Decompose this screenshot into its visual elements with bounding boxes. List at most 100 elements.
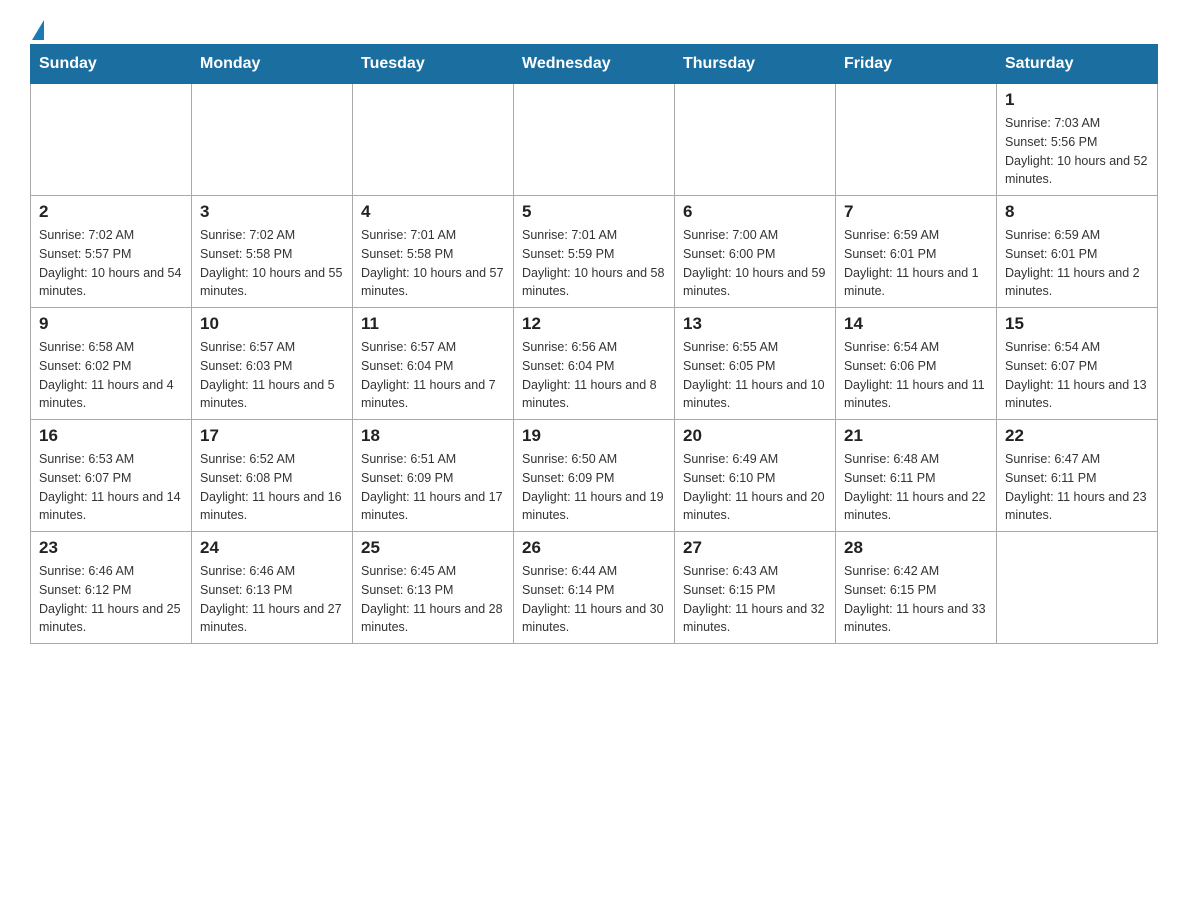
calendar-cell: 6Sunrise: 7:00 AMSunset: 6:00 PMDaylight… <box>675 196 836 308</box>
day-number: 4 <box>361 202 505 222</box>
calendar-cell: 17 Sunrise: 6:52 AMSunset: 6:08 PMDayligh… <box>192 420 353 532</box>
calendar-cell: 18 Sunrise: 6:51 AMSunset: 6:09 PMDayligh… <box>353 420 514 532</box>
day-number: 7 <box>844 202 988 222</box>
day-info: Sunrise: 6:48 AMSunset: 6:11 PMDaylight:… <box>844 450 988 525</box>
week-row-1: 1 Sunrise: 7:03 AMSunset: 5:56 PMDaylight… <box>31 84 1158 196</box>
day-info: Sunrise: 6:55 AMSunset: 6:05 PMDaylight:… <box>683 338 827 413</box>
calendar-cell: 11 Sunrise: 6:57 AMSunset: 6:04 PMDayligh… <box>353 308 514 420</box>
day-number: 11 <box>361 314 505 334</box>
day-number: 23 <box>39 538 183 558</box>
day-info: Sunrise: 6:46 AMSunset: 6:12 PMDaylight:… <box>39 562 183 637</box>
day-number: 28 <box>844 538 988 558</box>
day-info: Sunrise: 7:02 AMSunset: 5:58 PMDaylight:… <box>200 226 344 301</box>
calendar-cell: 13 Sunrise: 6:55 AMSunset: 6:05 PMDayligh… <box>675 308 836 420</box>
calendar-header-row: SundayMondayTuesdayWednesdayThursdayFrid… <box>31 45 1158 84</box>
day-info: Sunrise: 7:01 AMSunset: 5:59 PMDaylight:… <box>522 226 666 301</box>
day-info: Sunrise: 6:54 AMSunset: 6:07 PMDaylight:… <box>1005 338 1149 413</box>
calendar-cell: 23 Sunrise: 6:46 AMSunset: 6:12 PMDayligh… <box>31 532 192 644</box>
day-number: 6 <box>683 202 827 222</box>
day-number: 22 <box>1005 426 1149 446</box>
day-number: 3 <box>200 202 344 222</box>
calendar-cell: 10 Sunrise: 6:57 AMSunset: 6:03 PMDayligh… <box>192 308 353 420</box>
calendar-cell: 19 Sunrise: 6:50 AMSunset: 6:09 PMDayligh… <box>514 420 675 532</box>
week-row-2: 2 Sunrise: 7:02 AMSunset: 5:57 PMDaylight… <box>31 196 1158 308</box>
calendar-cell <box>997 532 1158 644</box>
day-info: Sunrise: 6:56 AMSunset: 6:04 PMDaylight:… <box>522 338 666 413</box>
calendar-cell <box>192 84 353 196</box>
calendar-cell: 22 Sunrise: 6:47 AMSunset: 6:11 PMDayligh… <box>997 420 1158 532</box>
calendar-cell: 26 Sunrise: 6:44 AMSunset: 6:14 PMDayligh… <box>514 532 675 644</box>
day-number: 20 <box>683 426 827 446</box>
day-info: Sunrise: 6:59 AMSunset: 6:01 PMDaylight:… <box>844 226 988 301</box>
calendar-cell: 4 Sunrise: 7:01 AMSunset: 5:58 PMDaylight… <box>353 196 514 308</box>
calendar-cell: 14 Sunrise: 6:54 AMSunset: 6:06 PMDayligh… <box>836 308 997 420</box>
calendar-cell: 9 Sunrise: 6:58 AMSunset: 6:02 PMDaylight… <box>31 308 192 420</box>
calendar-cell <box>836 84 997 196</box>
day-number: 10 <box>200 314 344 334</box>
day-info: Sunrise: 6:58 AMSunset: 6:02 PMDaylight:… <box>39 338 183 413</box>
calendar-cell: 7 Sunrise: 6:59 AMSunset: 6:01 PMDaylight… <box>836 196 997 308</box>
logo-triangle-icon <box>32 20 44 40</box>
calendar-cell: 25 Sunrise: 6:45 AMSunset: 6:13 PMDayligh… <box>353 532 514 644</box>
calendar-cell <box>675 84 836 196</box>
calendar-cell: 21 Sunrise: 6:48 AMSunset: 6:11 PMDayligh… <box>836 420 997 532</box>
col-header-wednesday: Wednesday <box>514 45 675 84</box>
day-info: Sunrise: 6:57 AMSunset: 6:03 PMDaylight:… <box>200 338 344 413</box>
calendar-table: SundayMondayTuesdayWednesdayThursdayFrid… <box>30 44 1158 644</box>
day-info: Sunrise: 6:57 AMSunset: 6:04 PMDaylight:… <box>361 338 505 413</box>
col-header-monday: Monday <box>192 45 353 84</box>
day-number: 26 <box>522 538 666 558</box>
col-header-tuesday: Tuesday <box>353 45 514 84</box>
calendar-cell: 20 Sunrise: 6:49 AMSunset: 6:10 PMDayligh… <box>675 420 836 532</box>
day-number: 24 <box>200 538 344 558</box>
calendar-cell <box>31 84 192 196</box>
day-number: 2 <box>39 202 183 222</box>
day-number: 1 <box>1005 90 1149 110</box>
day-number: 21 <box>844 426 988 446</box>
logo <box>30 20 46 34</box>
day-info: Sunrise: 6:46 AMSunset: 6:13 PMDaylight:… <box>200 562 344 637</box>
day-number: 9 <box>39 314 183 334</box>
calendar-cell: 24 Sunrise: 6:46 AMSunset: 6:13 PMDayligh… <box>192 532 353 644</box>
day-number: 17 <box>200 426 344 446</box>
day-info: Sunrise: 6:45 AMSunset: 6:13 PMDaylight:… <box>361 562 505 637</box>
calendar-cell: 3 Sunrise: 7:02 AMSunset: 5:58 PMDaylight… <box>192 196 353 308</box>
col-header-thursday: Thursday <box>675 45 836 84</box>
week-row-5: 23 Sunrise: 6:46 AMSunset: 6:12 PMDayligh… <box>31 532 1158 644</box>
day-number: 18 <box>361 426 505 446</box>
day-info: Sunrise: 6:44 AMSunset: 6:14 PMDaylight:… <box>522 562 666 637</box>
day-number: 19 <box>522 426 666 446</box>
calendar-cell <box>514 84 675 196</box>
day-info: Sunrise: 6:49 AMSunset: 6:10 PMDaylight:… <box>683 450 827 525</box>
col-header-friday: Friday <box>836 45 997 84</box>
day-info: Sunrise: 6:59 AMSunset: 6:01 PMDaylight:… <box>1005 226 1149 301</box>
day-info: Sunrise: 6:52 AMSunset: 6:08 PMDaylight:… <box>200 450 344 525</box>
day-number: 13 <box>683 314 827 334</box>
day-number: 16 <box>39 426 183 446</box>
day-number: 14 <box>844 314 988 334</box>
calendar-cell: 2 Sunrise: 7:02 AMSunset: 5:57 PMDaylight… <box>31 196 192 308</box>
day-info: Sunrise: 6:50 AMSunset: 6:09 PMDaylight:… <box>522 450 666 525</box>
day-number: 25 <box>361 538 505 558</box>
day-info: Sunrise: 6:47 AMSunset: 6:11 PMDaylight:… <box>1005 450 1149 525</box>
day-info: Sunrise: 6:53 AMSunset: 6:07 PMDaylight:… <box>39 450 183 525</box>
calendar-cell: 5 Sunrise: 7:01 AMSunset: 5:59 PMDaylight… <box>514 196 675 308</box>
day-info: Sunrise: 7:03 AMSunset: 5:56 PMDaylight:… <box>1005 114 1149 189</box>
day-info: Sunrise: 7:02 AMSunset: 5:57 PMDaylight:… <box>39 226 183 301</box>
page-header <box>30 20 1158 34</box>
calendar-cell <box>353 84 514 196</box>
day-info: Sunrise: 6:42 AMSunset: 6:15 PMDaylight:… <box>844 562 988 637</box>
col-header-saturday: Saturday <box>997 45 1158 84</box>
day-info: Sunrise: 6:51 AMSunset: 6:09 PMDaylight:… <box>361 450 505 525</box>
col-header-sunday: Sunday <box>31 45 192 84</box>
day-info: Sunrise: 6:43 AMSunset: 6:15 PMDaylight:… <box>683 562 827 637</box>
calendar-cell: 1 Sunrise: 7:03 AMSunset: 5:56 PMDaylight… <box>997 84 1158 196</box>
day-number: 5 <box>522 202 666 222</box>
calendar-cell: 27Sunrise: 6:43 AMSunset: 6:15 PMDayligh… <box>675 532 836 644</box>
day-info: Sunrise: 7:01 AMSunset: 5:58 PMDaylight:… <box>361 226 505 301</box>
day-number: 15 <box>1005 314 1149 334</box>
calendar-cell: 28 Sunrise: 6:42 AMSunset: 6:15 PMDayligh… <box>836 532 997 644</box>
day-info: Sunrise: 6:54 AMSunset: 6:06 PMDaylight:… <box>844 338 988 413</box>
week-row-4: 16 Sunrise: 6:53 AMSunset: 6:07 PMDayligh… <box>31 420 1158 532</box>
day-number: 12 <box>522 314 666 334</box>
